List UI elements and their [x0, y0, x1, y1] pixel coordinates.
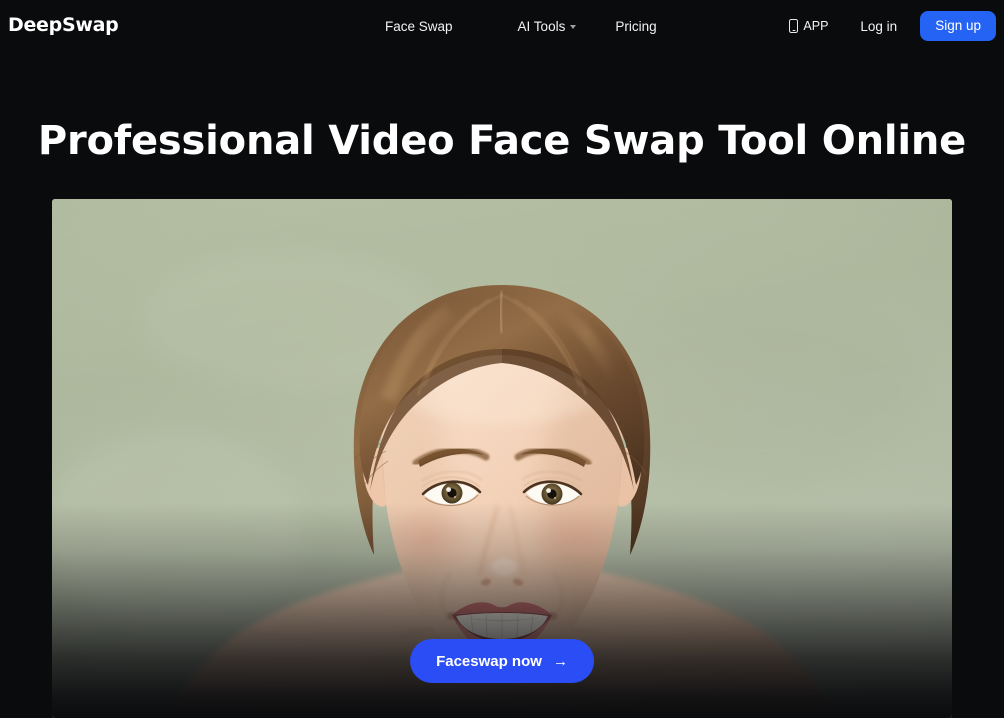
page-root: DeepSwap Face Swap AI Tools Pricing APP … — [0, 0, 1004, 718]
chevron-down-icon — [570, 25, 577, 29]
header-actions: APP Log in Sign up — [789, 0, 996, 52]
site-header: DeepSwap Face Swap AI Tools Pricing APP … — [0, 0, 1004, 52]
arrow-right-icon: → — [552, 652, 568, 670]
brand-logo[interactable]: DeepSwap — [8, 14, 119, 36]
page-title: Professional Video Face Swap Tool Online — [37, 118, 967, 164]
nav-item-label: Pricing — [615, 18, 657, 34]
faceswap-now-button[interactable]: Faceswap now → — [410, 639, 594, 683]
mobile-phone-icon — [789, 19, 799, 33]
signup-button[interactable]: Sign up — [920, 11, 996, 41]
nav-item-label: Face Swap — [385, 18, 453, 34]
nav-item-face-swap[interactable]: Face Swap — [385, 19, 453, 34]
nav-item-ai-tools[interactable]: AI Tools — [518, 19, 577, 34]
nav-item-label: AI Tools — [517, 18, 566, 34]
cta-label: Faceswap now — [436, 652, 542, 670]
nav-item-pricing[interactable]: Pricing — [615, 19, 656, 34]
login-link[interactable]: Log in — [860, 19, 897, 34]
app-label: APP — [803, 19, 829, 33]
app-download-link[interactable]: APP — [789, 19, 828, 33]
main-navigation: Face Swap AI Tools Pricing — [385, 0, 657, 52]
